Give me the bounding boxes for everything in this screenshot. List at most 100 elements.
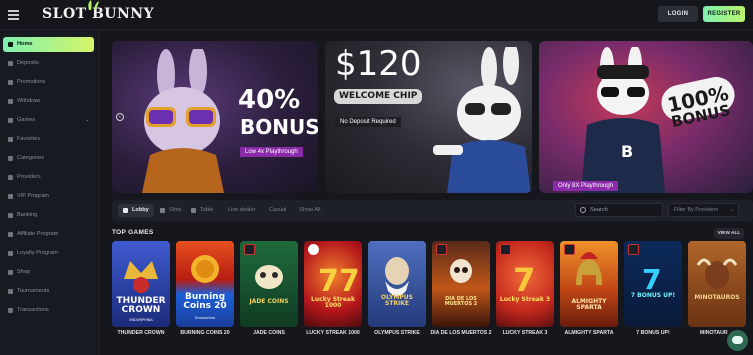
- sidebar-item-label: Withdraw: [17, 98, 41, 104]
- top-bar: SLOT BUNNY LOGIN REGISTER: [0, 0, 753, 30]
- sidebar-item-label: Providers: [17, 174, 41, 180]
- game-tile-jade-coins[interactable]: JADE COINS: [240, 241, 298, 327]
- game-tile-burning-coins-20[interactable]: Burning Coins 20 Endorphina: [176, 241, 234, 327]
- sidebar-item-banking[interactable]: Banking: [3, 208, 94, 223]
- seven-icon: 7: [513, 261, 535, 299]
- heart-icon: [8, 137, 13, 142]
- chevron-down-icon: ⌄: [729, 207, 734, 213]
- sidebar-item-tournaments[interactable]: Tournaments: [3, 284, 94, 299]
- bull-icon: [696, 258, 738, 289]
- withdraw-icon: [8, 99, 13, 104]
- sidebar-item-label: Banking: [17, 212, 38, 218]
- chat-icon[interactable]: [727, 330, 748, 351]
- deposit-icon: [8, 61, 13, 66]
- home-icon: [8, 42, 13, 47]
- register-button[interactable]: REGISTER: [703, 6, 745, 22]
- sidebar-item-home[interactable]: Home: [3, 37, 94, 52]
- menu-icon[interactable]: [8, 10, 19, 20]
- sidebar-item-transactions[interactable]: Transactions: [3, 303, 94, 318]
- sidebar-item-withdraw[interactable]: Withdraw: [3, 94, 94, 109]
- sidebar-item-label: VIP Program: [17, 193, 49, 199]
- tab-live-dealer[interactable]: Live dealer: [228, 204, 255, 217]
- game-name: OLYMPUS STRIKE: [374, 330, 420, 336]
- sidebar-item-affiliate-program[interactable]: Affiliate Program: [3, 227, 94, 242]
- game-name: BURNING COINS 20: [180, 330, 230, 336]
- sidebar-item-label: Promotions: [17, 79, 46, 85]
- sidebar-item-loyalty-program[interactable]: Loyalty Program: [3, 246, 94, 261]
- sidebar-item-label: Deposits: [17, 60, 39, 66]
- sidebar-item-favorites[interactable]: Favorites: [3, 132, 94, 147]
- providers-icon: [8, 175, 13, 180]
- game-name: JADE COINS: [253, 330, 285, 336]
- loyalty-icon: [8, 251, 13, 256]
- svg-text:B: B: [621, 142, 633, 161]
- game-tile-minotaur[interactable]: MINOTAUROS: [688, 241, 746, 327]
- banking-icon: [8, 213, 13, 218]
- game-tile-thunder-crown[interactable]: THUNDER CROWN ENDORPHINA: [112, 241, 170, 327]
- bunny-illustration: [433, 47, 531, 193]
- shop-icon: [8, 270, 13, 275]
- game-tile-7-bonus-up[interactable]: 7 7 BONUS UP!: [624, 241, 682, 327]
- svg-text:77: 77: [318, 264, 360, 299]
- tab-lobby[interactable]: Lobby: [118, 204, 154, 217]
- carousel-prev-icon[interactable]: ‹: [116, 113, 124, 121]
- sidebar: Home Deposits Promotions Withdraw Games ⌄…: [0, 30, 100, 355]
- tab-table[interactable]: Table: [191, 204, 213, 217]
- banner-headline: 40%: [238, 85, 301, 115]
- banner-tag: No Deposit Required: [335, 117, 401, 127]
- section-title: TOP GAMES: [112, 229, 154, 236]
- sidebar-item-label: Shop: [17, 269, 31, 275]
- coin-icon: [191, 255, 219, 283]
- banner-headline: $120: [335, 44, 422, 84]
- login-button[interactable]: LOGIN: [658, 6, 698, 22]
- sidebar-item-vip-program[interactable]: VIP Program: [3, 189, 94, 204]
- bunny-illustration: B: [581, 47, 665, 193]
- trophy-icon: [8, 289, 13, 294]
- tab-slots[interactable]: Slots: [160, 204, 181, 217]
- sidebar-item-shop[interactable]: Shop: [3, 265, 94, 280]
- home-icon: [123, 208, 128, 213]
- sidebar-item-deposits[interactable]: Deposits: [3, 56, 94, 71]
- affiliate-icon: [8, 232, 13, 237]
- sidebar-item-categories[interactable]: Categories: [3, 151, 94, 166]
- promo-banner-100-bonus[interactable]: B 100% BONUS Only 8X Playthrough: [539, 41, 753, 193]
- seven-icon: 7: [642, 263, 661, 296]
- panda-icon: [255, 265, 283, 289]
- banner-tag: Low 4x Playthrough: [240, 147, 303, 157]
- game-tile-almighty-sparta[interactable]: ALMIGHTY SPARTA: [560, 241, 618, 327]
- game-tile-lucky-streak-3[interactable]: 7 Lucky Streak 3: [496, 241, 554, 327]
- sidebar-item-label: Affiliate Program: [17, 231, 59, 237]
- tab-casual[interactable]: Casual: [269, 204, 286, 217]
- promo-banner-welcome-chip[interactable]: $120 WELCOME CHIP No Deposit Required: [325, 41, 532, 193]
- game-name: LUCKY STREAK 3: [502, 330, 548, 336]
- providers-filter-select[interactable]: Filter By Providers ⌄: [668, 203, 739, 217]
- view-all-button[interactable]: VIEW ALL: [714, 228, 744, 239]
- table-icon: [191, 208, 196, 213]
- bunny-ears-icon: [88, 0, 99, 10]
- sidebar-item-promotions[interactable]: Promotions: [3, 75, 94, 90]
- zeus-icon: [385, 257, 409, 296]
- game-tile-olympus-strike[interactable]: OLYMPUS STRIKE: [368, 241, 426, 327]
- seven-icon: 77: [318, 264, 360, 299]
- bunny-illustration: [142, 49, 224, 193]
- sidebar-item-providers[interactable]: Providers: [3, 170, 94, 185]
- tab-show-all[interactable]: Show All: [299, 204, 320, 217]
- categories-icon: [8, 156, 13, 161]
- sidebar-item-label: Games: [17, 117, 36, 123]
- sidebar-item-label: Loyalty Program: [17, 250, 58, 256]
- banner-subheadline: BONUS: [240, 115, 318, 139]
- promotions-icon: [8, 80, 13, 85]
- game-name: 7 BONUS UP!: [636, 330, 670, 336]
- game-tile-lucky-streak-1000[interactable]: 77 Lucky Streak 1000: [304, 241, 362, 327]
- sidebar-item-games[interactable]: Games ⌄: [3, 113, 94, 128]
- slots-icon: [160, 208, 165, 213]
- game-name: DIA DE LOS MUERTOS 2: [430, 330, 492, 336]
- vip-icon: [8, 194, 13, 199]
- helmet-icon: [576, 252, 602, 285]
- search-input[interactable]: Search: [575, 203, 663, 217]
- sidebar-item-label: Categories: [17, 155, 45, 161]
- svg-text:7: 7: [513, 261, 535, 299]
- game-tile-dia-de-los-muertos-2[interactable]: DIA DE LOS MUERTOS 2: [432, 241, 490, 327]
- banner-subheadline: WELCOME CHIP: [334, 89, 423, 104]
- promo-banner-40-bonus[interactable]: 40% BONUS Low 4x Playthrough: [112, 41, 318, 193]
